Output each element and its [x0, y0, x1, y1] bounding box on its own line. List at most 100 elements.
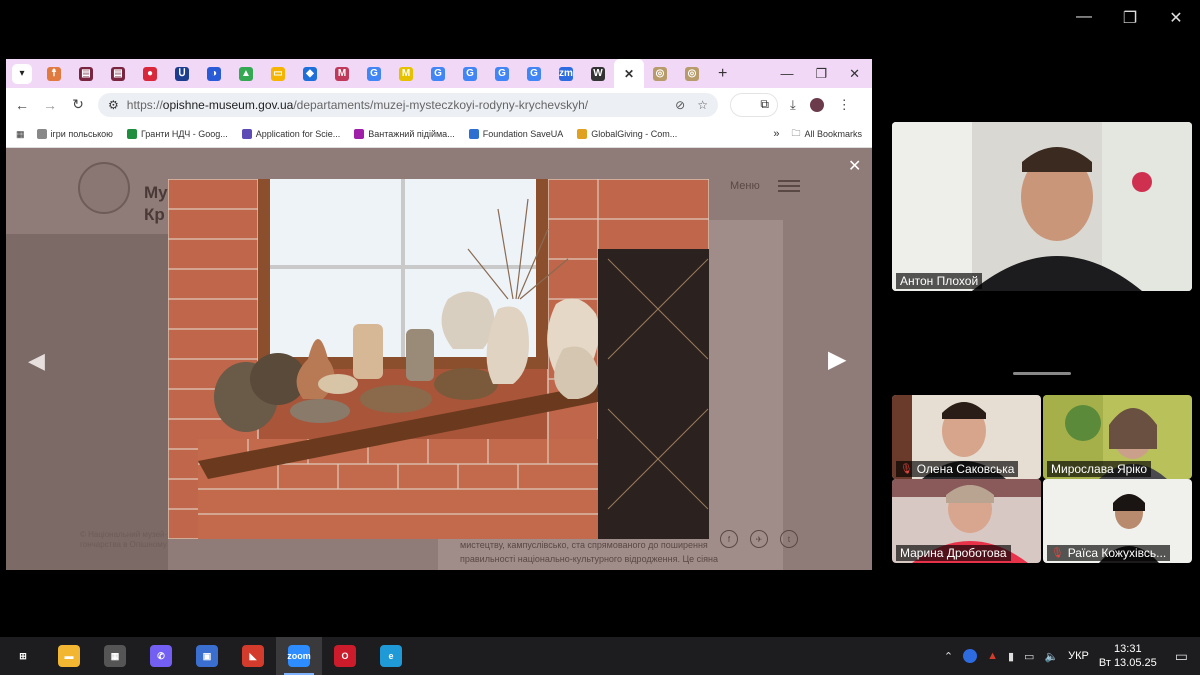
lightbox-prev-icon[interactable]: ◀	[28, 348, 45, 374]
network-icon[interactable]: ▭	[1024, 650, 1034, 663]
museum-logo[interactable]	[78, 162, 130, 214]
bookmarks-more-button[interactable]: »	[773, 128, 779, 140]
tray-chevron-icon[interactable]: ⌃	[944, 650, 953, 663]
tab-favicon-icon: G	[527, 66, 541, 81]
tab-9[interactable]: M	[326, 59, 358, 88]
tab-12[interactable]: G	[422, 59, 454, 88]
taskbar-windows-start[interactable]: ⊞	[0, 637, 46, 675]
mic-muted-icon: 🎙	[900, 463, 913, 475]
taskbar-opera[interactable]: O	[322, 637, 368, 675]
bookmark-label: Вантажний підійма...	[368, 129, 455, 139]
lightbox-photo	[168, 179, 709, 539]
star-icon[interactable]: ☆	[697, 98, 708, 112]
tab-favicon-icon: ▲	[239, 66, 253, 81]
bookmark-item[interactable]: Foundation SaveUA	[468, 129, 564, 139]
language-indicator[interactable]: УКР	[1068, 650, 1089, 662]
tab-7[interactable]: ▭	[262, 59, 294, 88]
hamburger-icon[interactable]	[778, 180, 800, 192]
tab-1[interactable]: ▤	[70, 59, 102, 88]
tab-favicon-icon: ◑	[207, 66, 221, 81]
lightbox-close-icon[interactable]: ✕	[848, 156, 861, 176]
close-icon[interactable]: ✕	[1162, 8, 1190, 28]
tab-3[interactable]: ●	[134, 59, 166, 88]
profile-avatar[interactable]	[809, 97, 824, 112]
bookmark-favicon-icon	[577, 129, 588, 139]
tab-0[interactable]: ☨	[38, 59, 70, 88]
title-line-2: Кр	[144, 205, 165, 224]
tab-13[interactable]: G	[454, 59, 486, 88]
tab-close-icon[interactable]: ✕	[624, 67, 634, 81]
bookmark-label: Foundation SaveUA	[482, 129, 564, 139]
tab-5[interactable]: ◑	[198, 59, 230, 88]
zoom-tray-icon[interactable]	[963, 649, 978, 663]
tab-17[interactable]: W	[582, 59, 614, 88]
participant-tile[interactable]: Мирослава Ярiко	[1043, 395, 1192, 479]
download-icon[interactable]: ⤓	[790, 97, 796, 113]
minimize-icon[interactable]: —	[1070, 8, 1098, 28]
tab-6[interactable]: ▲	[230, 59, 262, 88]
tab-8[interactable]: ◆	[294, 59, 326, 88]
address-bar[interactable]: ⚙ https://opishne-museum.gov.ua/departam…	[98, 92, 718, 117]
url-text: https://opishne-museum.gov.ua/departamen…	[126, 97, 589, 112]
app-tray-icon[interactable]: ▲	[987, 650, 998, 662]
browser-minimize-icon[interactable]: —	[780, 66, 793, 82]
bookmark-item[interactable]: Гранти НДЧ - Goog...	[126, 129, 228, 139]
tab-list-after: ◎ ◎	[644, 59, 708, 88]
bookmark-item[interactable]: Вантажний підійма...	[354, 129, 455, 139]
taskbar-viber[interactable]: ✆	[138, 637, 184, 675]
gallery-resize-handle[interactable]	[1013, 372, 1071, 375]
telegram-icon[interactable]: ✈	[750, 530, 768, 548]
kebab-menu-icon[interactable]: ⋮	[838, 97, 851, 113]
taskbar-file-explorer[interactable]: ▬	[46, 637, 92, 675]
participant-name: 🎙 Олена Саковська	[896, 461, 1019, 477]
taskbar-calculator[interactable]: ▦	[92, 637, 138, 675]
tab-after-1[interactable]: ◎	[676, 59, 708, 88]
site-info-icon[interactable]: ⚙	[108, 98, 119, 112]
facebook-icon[interactable]: f	[720, 530, 738, 548]
restore-icon[interactable]: ❐	[1116, 8, 1144, 28]
participant-tile[interactable]: Марина Дроботова	[892, 479, 1041, 563]
taskbar-save-app[interactable]: ▣	[184, 637, 230, 675]
all-bookmarks-button[interactable]: 🗀 All Bookmarks	[791, 126, 862, 142]
browser-toolbar: ← → ↻ ⚙ https://opishne-museum.gov.ua/de…	[6, 88, 872, 121]
taskbar-zoom[interactable]: zoom	[276, 637, 322, 675]
tab-after-0[interactable]: ◎	[644, 59, 676, 88]
lightbox-next-icon[interactable]: ▶	[828, 345, 846, 374]
apps-grid-icon[interactable]: ▦	[16, 129, 25, 140]
tab-4[interactable]: Ս	[166, 59, 198, 88]
taskbar-chart-app[interactable]: ◣	[230, 637, 276, 675]
tab-15[interactable]: G	[518, 59, 550, 88]
participant-name-text: Раїса Кожухівсь...	[1067, 546, 1167, 560]
browser-restore-icon[interactable]: ❐	[815, 66, 827, 82]
usb-icon[interactable]: ▮	[1008, 650, 1014, 663]
page-menu-link[interactable]: Меню	[730, 180, 760, 192]
participant-tile[interactable]: 🎙 Раїса Кожухівсь...	[1043, 479, 1192, 563]
clock[interactable]: 13:31 Вт 13.05.25	[1099, 642, 1157, 670]
extensions-button[interactable]: ⧉	[730, 92, 778, 117]
participant-tile[interactable]: 🎙 Олена Саковська	[892, 395, 1041, 479]
twitter-icon[interactable]: t	[780, 530, 798, 548]
notifications-icon[interactable]: ▭	[1175, 648, 1188, 665]
bookmark-item[interactable]: GlobalGiving - Com...	[577, 129, 677, 139]
bookmark-item[interactable]: Application for Scie...	[241, 129, 340, 139]
folder-icon	[36, 129, 47, 139]
tab-favicon-icon: W	[591, 66, 605, 81]
volume-icon[interactable]: 🔈	[1044, 650, 1058, 663]
tab-search-button[interactable]: ▾	[12, 63, 32, 84]
tab-16[interactable]: zm	[550, 59, 582, 88]
participant-tile[interactable]: Антон Плохой	[892, 122, 1192, 291]
tab-14[interactable]: G	[486, 59, 518, 88]
tab-10[interactable]: G	[358, 59, 390, 88]
page-body-text: мистецтву, кампуслівсько, ста спрямовано…	[460, 538, 760, 566]
tab-2[interactable]: ▤	[102, 59, 134, 88]
browser-close-icon[interactable]: ✕	[849, 66, 860, 82]
reload-icon[interactable]: ↻	[70, 96, 86, 113]
tab-active[interactable]: ✕	[614, 59, 644, 88]
bookmark-item[interactable]: ігри польською	[36, 129, 113, 139]
new-tab-button[interactable]: +	[718, 65, 727, 83]
taskbar-edge[interactable]: e	[368, 637, 414, 675]
forward-icon[interactable]: →	[42, 97, 58, 113]
back-icon[interactable]: ←	[14, 97, 30, 113]
eye-off-icon[interactable]: ⊘	[675, 98, 685, 112]
tab-11[interactable]: M	[390, 59, 422, 88]
